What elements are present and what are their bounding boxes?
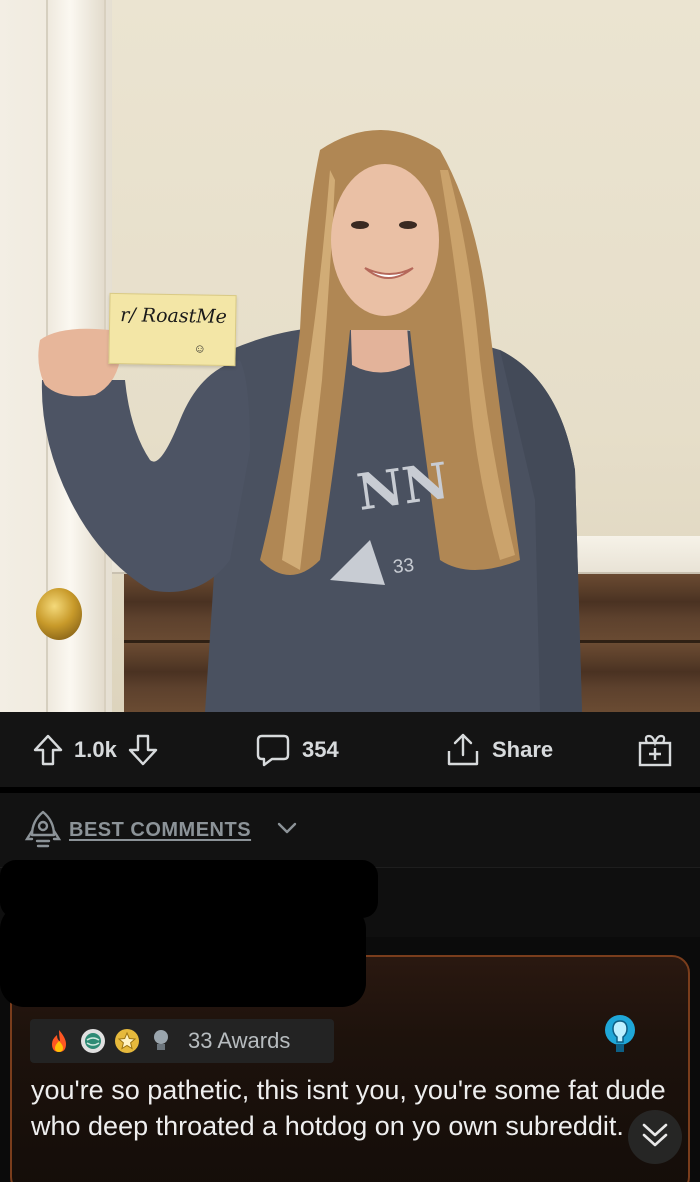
sweatshirt-number: 33 (391, 554, 416, 579)
downvote-icon[interactable] (127, 733, 159, 767)
sign-card: r/ RoastMe ☺ (108, 292, 237, 367)
rocket-icon (24, 809, 62, 856)
star-award-icon (114, 1028, 140, 1054)
share-button[interactable]: Share (444, 712, 553, 787)
share-icon (444, 731, 482, 769)
gift-icon (636, 731, 674, 769)
person-figure: NN (38, 130, 582, 712)
awards-count: 33 Awards (188, 1028, 291, 1053)
lightbulb-award-icon (148, 1028, 174, 1054)
redaction (0, 905, 366, 1007)
lightbulb-icon (600, 1013, 640, 1064)
comment-body: you're so pathetic, this isnt you, you'r… (31, 1075, 666, 1141)
fire-icon (46, 1028, 72, 1054)
sign-smile: ☺ (193, 341, 207, 356)
sign-text: r/ RoastMe (120, 304, 228, 328)
comment-sort-bar[interactable]: BEST COMMENTS (0, 793, 700, 867)
share-label: Share (492, 736, 554, 762)
sweatshirt-print: NN (353, 451, 452, 522)
award-button[interactable] (636, 712, 674, 787)
scroll-next-button[interactable] (628, 1110, 682, 1164)
vote-control: 1.0k (32, 712, 159, 787)
comments-button[interactable]: 354 (254, 712, 339, 787)
upvote-icon[interactable] (32, 733, 64, 767)
sort-label[interactable]: BEST COMMENTS (69, 819, 251, 842)
comment-icon (254, 731, 292, 769)
comment-count: 354 (302, 736, 339, 762)
post-image[interactable]: NN r/ RoastMe ☺ 33 (0, 0, 700, 712)
awards-pill[interactable]: 33 Awards (30, 1019, 334, 1063)
double-chevron-down-icon (638, 1118, 672, 1157)
chevron-down-icon[interactable] (276, 817, 298, 844)
globe-award-icon (80, 1028, 106, 1054)
post-action-bar: 1.0k 354 Share (0, 712, 700, 787)
vote-count: 1.0k (74, 736, 117, 762)
